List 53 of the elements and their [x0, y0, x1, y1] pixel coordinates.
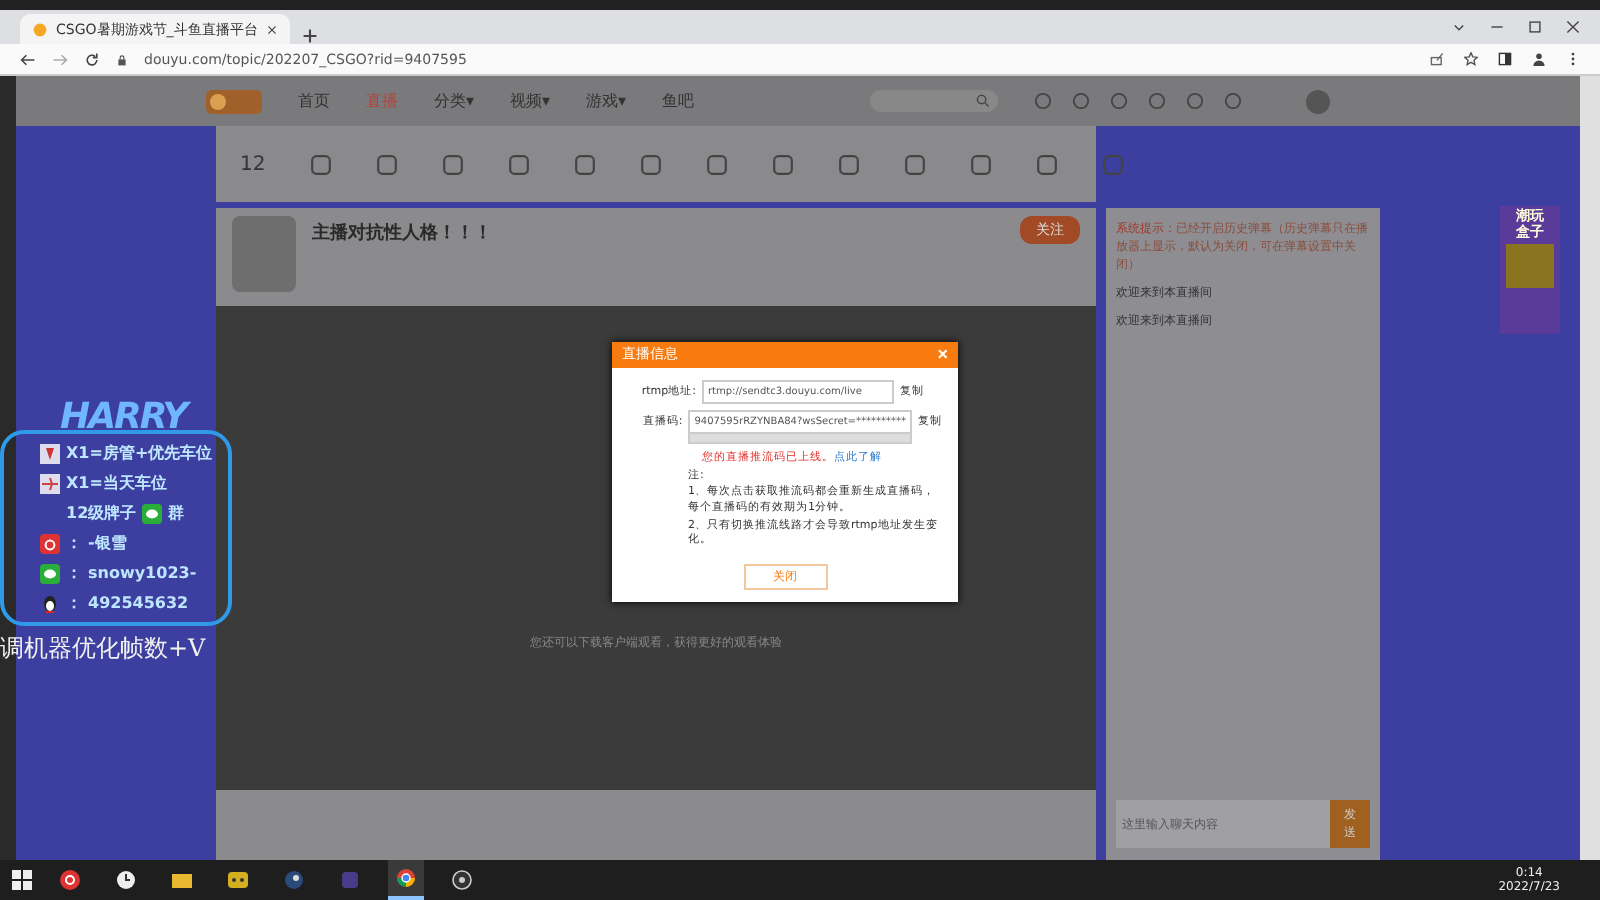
folder-icon [172, 870, 192, 890]
minimize-icon [1490, 20, 1504, 34]
info-text: 12级牌子 [66, 502, 137, 524]
search-field[interactable] [870, 90, 999, 112]
badge-icon [40, 443, 60, 463]
logo-text: HARRY [60, 396, 187, 438]
info-text: X1=房管+优先车位 [66, 442, 213, 464]
site-logo-icon [206, 89, 262, 113]
info-text: 群 [168, 502, 185, 524]
nav-link[interactable]: 游戏▾ [586, 90, 627, 112]
scrollbar[interactable] [688, 433, 912, 444]
forward-icon [52, 51, 68, 67]
new-tab-icon [301, 28, 318, 44]
count-text: 12 [240, 153, 266, 175]
close-icon [265, 23, 278, 35]
music-app-icon [60, 870, 80, 890]
sidebar-icon [1498, 52, 1512, 66]
close-button[interactable]: × [937, 344, 948, 365]
browser-icon [396, 868, 416, 888]
plane-icon [40, 473, 60, 493]
scrollbar[interactable] [1580, 76, 1600, 860]
separator-text: ： [66, 562, 82, 584]
app-icon [340, 870, 360, 890]
penguin-icon [40, 593, 60, 613]
info-text: X1=当天车位 [66, 472, 167, 494]
share-icon [1430, 52, 1444, 66]
chevron-icon [1452, 20, 1466, 34]
lock-icon [116, 53, 128, 65]
nav-link[interactable]: 分类▾ [434, 90, 475, 112]
search-icon [976, 94, 991, 108]
star-icon [1464, 52, 1478, 66]
game-icon [228, 870, 248, 890]
separator-text: ： [66, 592, 82, 614]
info-text: 492545632 [88, 594, 189, 612]
record-app-icon [452, 870, 472, 890]
steam-icon [284, 870, 304, 890]
back-icon [20, 51, 36, 67]
room-title: 主播对抗性人格！！！ [312, 220, 492, 246]
profile-icon [1532, 52, 1546, 66]
nav-link[interactable]: 首页 [298, 90, 330, 112]
info-text: snowy1023- [88, 564, 197, 582]
clock-icon [116, 870, 136, 890]
reload-icon [84, 51, 100, 67]
separator-text: ： [66, 532, 82, 554]
close-icon [1566, 20, 1580, 34]
info-text: -银雪 [88, 532, 127, 554]
nav-link[interactable]: 鱼吧 [662, 90, 695, 112]
maximize-icon [1528, 20, 1542, 34]
nav-link[interactable]: 视频▾ [510, 90, 551, 112]
product-placeholder [1506, 244, 1554, 289]
taskbar-app[interactable] [388, 860, 424, 900]
avatar [232, 216, 296, 292]
windows-icon [12, 870, 32, 890]
